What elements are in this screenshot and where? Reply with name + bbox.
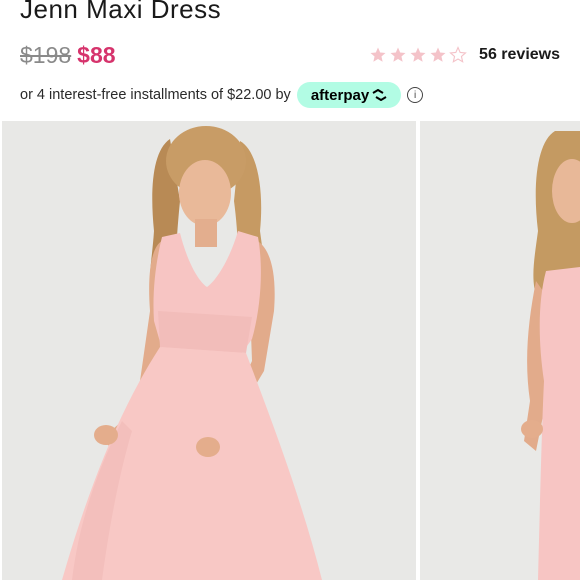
original-price: $198: [20, 41, 72, 68]
rating[interactable]: 56 reviews: [369, 42, 560, 68]
model-photo: [2, 121, 416, 580]
star-empty-icon: [449, 46, 467, 63]
afterpay-row: or 4 interest-free installments of $22.0…: [20, 82, 424, 108]
star-filled-icon: [370, 47, 386, 62]
product-image-next[interactable]: [420, 121, 580, 580]
afterpay-badge[interactable]: afterpay: [296, 82, 402, 108]
product-title: Jenn Maxi Dress: [20, 0, 222, 24]
product-gallery[interactable]: [0, 121, 580, 580]
info-icon[interactable]: i: [407, 87, 424, 103]
model-photo-2: [420, 121, 580, 580]
sale-price: $88: [77, 41, 116, 68]
star-rating: [369, 46, 469, 64]
product-image-main[interactable]: [2, 121, 416, 580]
reviews-link[interactable]: 56 reviews: [479, 46, 560, 64]
star-filled-icon: [410, 47, 426, 62]
installments-text: or 4 interest-free installments of $22.0…: [20, 87, 291, 103]
afterpay-logo-text: afterpay: [310, 86, 370, 104]
afterpay-arrows-icon: [372, 89, 387, 101]
price-row: $198 $88: [20, 40, 116, 70]
star-filled-icon: [430, 47, 446, 62]
star-filled-icon: [390, 47, 406, 62]
